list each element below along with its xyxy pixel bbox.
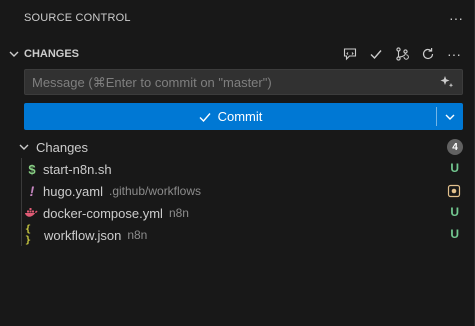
- file-row[interactable]: { } workflow.json n8n U: [0, 224, 475, 246]
- json-file-icon: { }: [25, 224, 32, 246]
- section-title: CHANGES: [24, 48, 80, 60]
- panel-header: SOURCE CONTROL ···: [0, 0, 475, 35]
- chevron-down-icon: [445, 114, 455, 120]
- commit-dropdown-button[interactable]: [437, 103, 463, 130]
- sparkle-icon[interactable]: [440, 75, 454, 89]
- file-dir: .github/workflows: [108, 184, 202, 198]
- file-name: start-n8n.sh: [43, 161, 112, 177]
- section-actions: ···: [341, 43, 463, 65]
- commit-message-box[interactable]: [24, 69, 463, 95]
- chevron-down-icon[interactable]: [6, 46, 22, 62]
- file-name: workflow.json: [44, 227, 122, 243]
- commit-label: Commit: [217, 109, 263, 124]
- commit-button-group: Commit: [24, 103, 463, 130]
- commit-message-input[interactable]: [32, 74, 432, 90]
- more-icon[interactable]: ···: [445, 45, 463, 63]
- more-actions-icon[interactable]: ···: [449, 10, 463, 26]
- file-name: hugo.yaml: [43, 183, 103, 199]
- count-badge: 4: [447, 139, 463, 155]
- yaml-file-icon: !: [29, 183, 35, 199]
- chevron-down-icon[interactable]: [16, 139, 32, 155]
- file-row[interactable]: $ start-n8n.sh U: [0, 158, 475, 180]
- shell-file-icon: $: [28, 161, 36, 177]
- untracked-status: U: [450, 205, 459, 219]
- panel-title: SOURCE CONTROL: [24, 11, 131, 24]
- changes-group[interactable]: Changes 4: [0, 136, 475, 158]
- file-dir: n8n: [127, 228, 148, 242]
- changes-section-header[interactable]: CHANGES ···: [0, 43, 475, 65]
- check-icon[interactable]: [367, 45, 385, 63]
- file-row[interactable]: ! hugo.yaml .github/workflows: [0, 180, 475, 202]
- refresh-icon[interactable]: [419, 45, 437, 63]
- untracked-status: U: [450, 161, 459, 175]
- copilot-chat-icon[interactable]: [341, 45, 359, 63]
- commit-check-icon: [199, 112, 211, 122]
- file-dir: n8n: [168, 206, 189, 220]
- source-control-panel: SOURCE CONTROL ··· CHANGES ··· Message (…: [0, 0, 475, 326]
- branch-refresh-icon[interactable]: [393, 45, 411, 63]
- modified-status-icon: [447, 184, 461, 198]
- commit-button[interactable]: Commit: [24, 103, 436, 130]
- untracked-status: U: [450, 227, 459, 241]
- group-label: Changes: [36, 139, 89, 155]
- file-row[interactable]: docker-compose.yml n8n U: [0, 202, 475, 224]
- docker-whale-icon: [24, 205, 38, 221]
- file-name: docker-compose.yml: [43, 205, 163, 221]
